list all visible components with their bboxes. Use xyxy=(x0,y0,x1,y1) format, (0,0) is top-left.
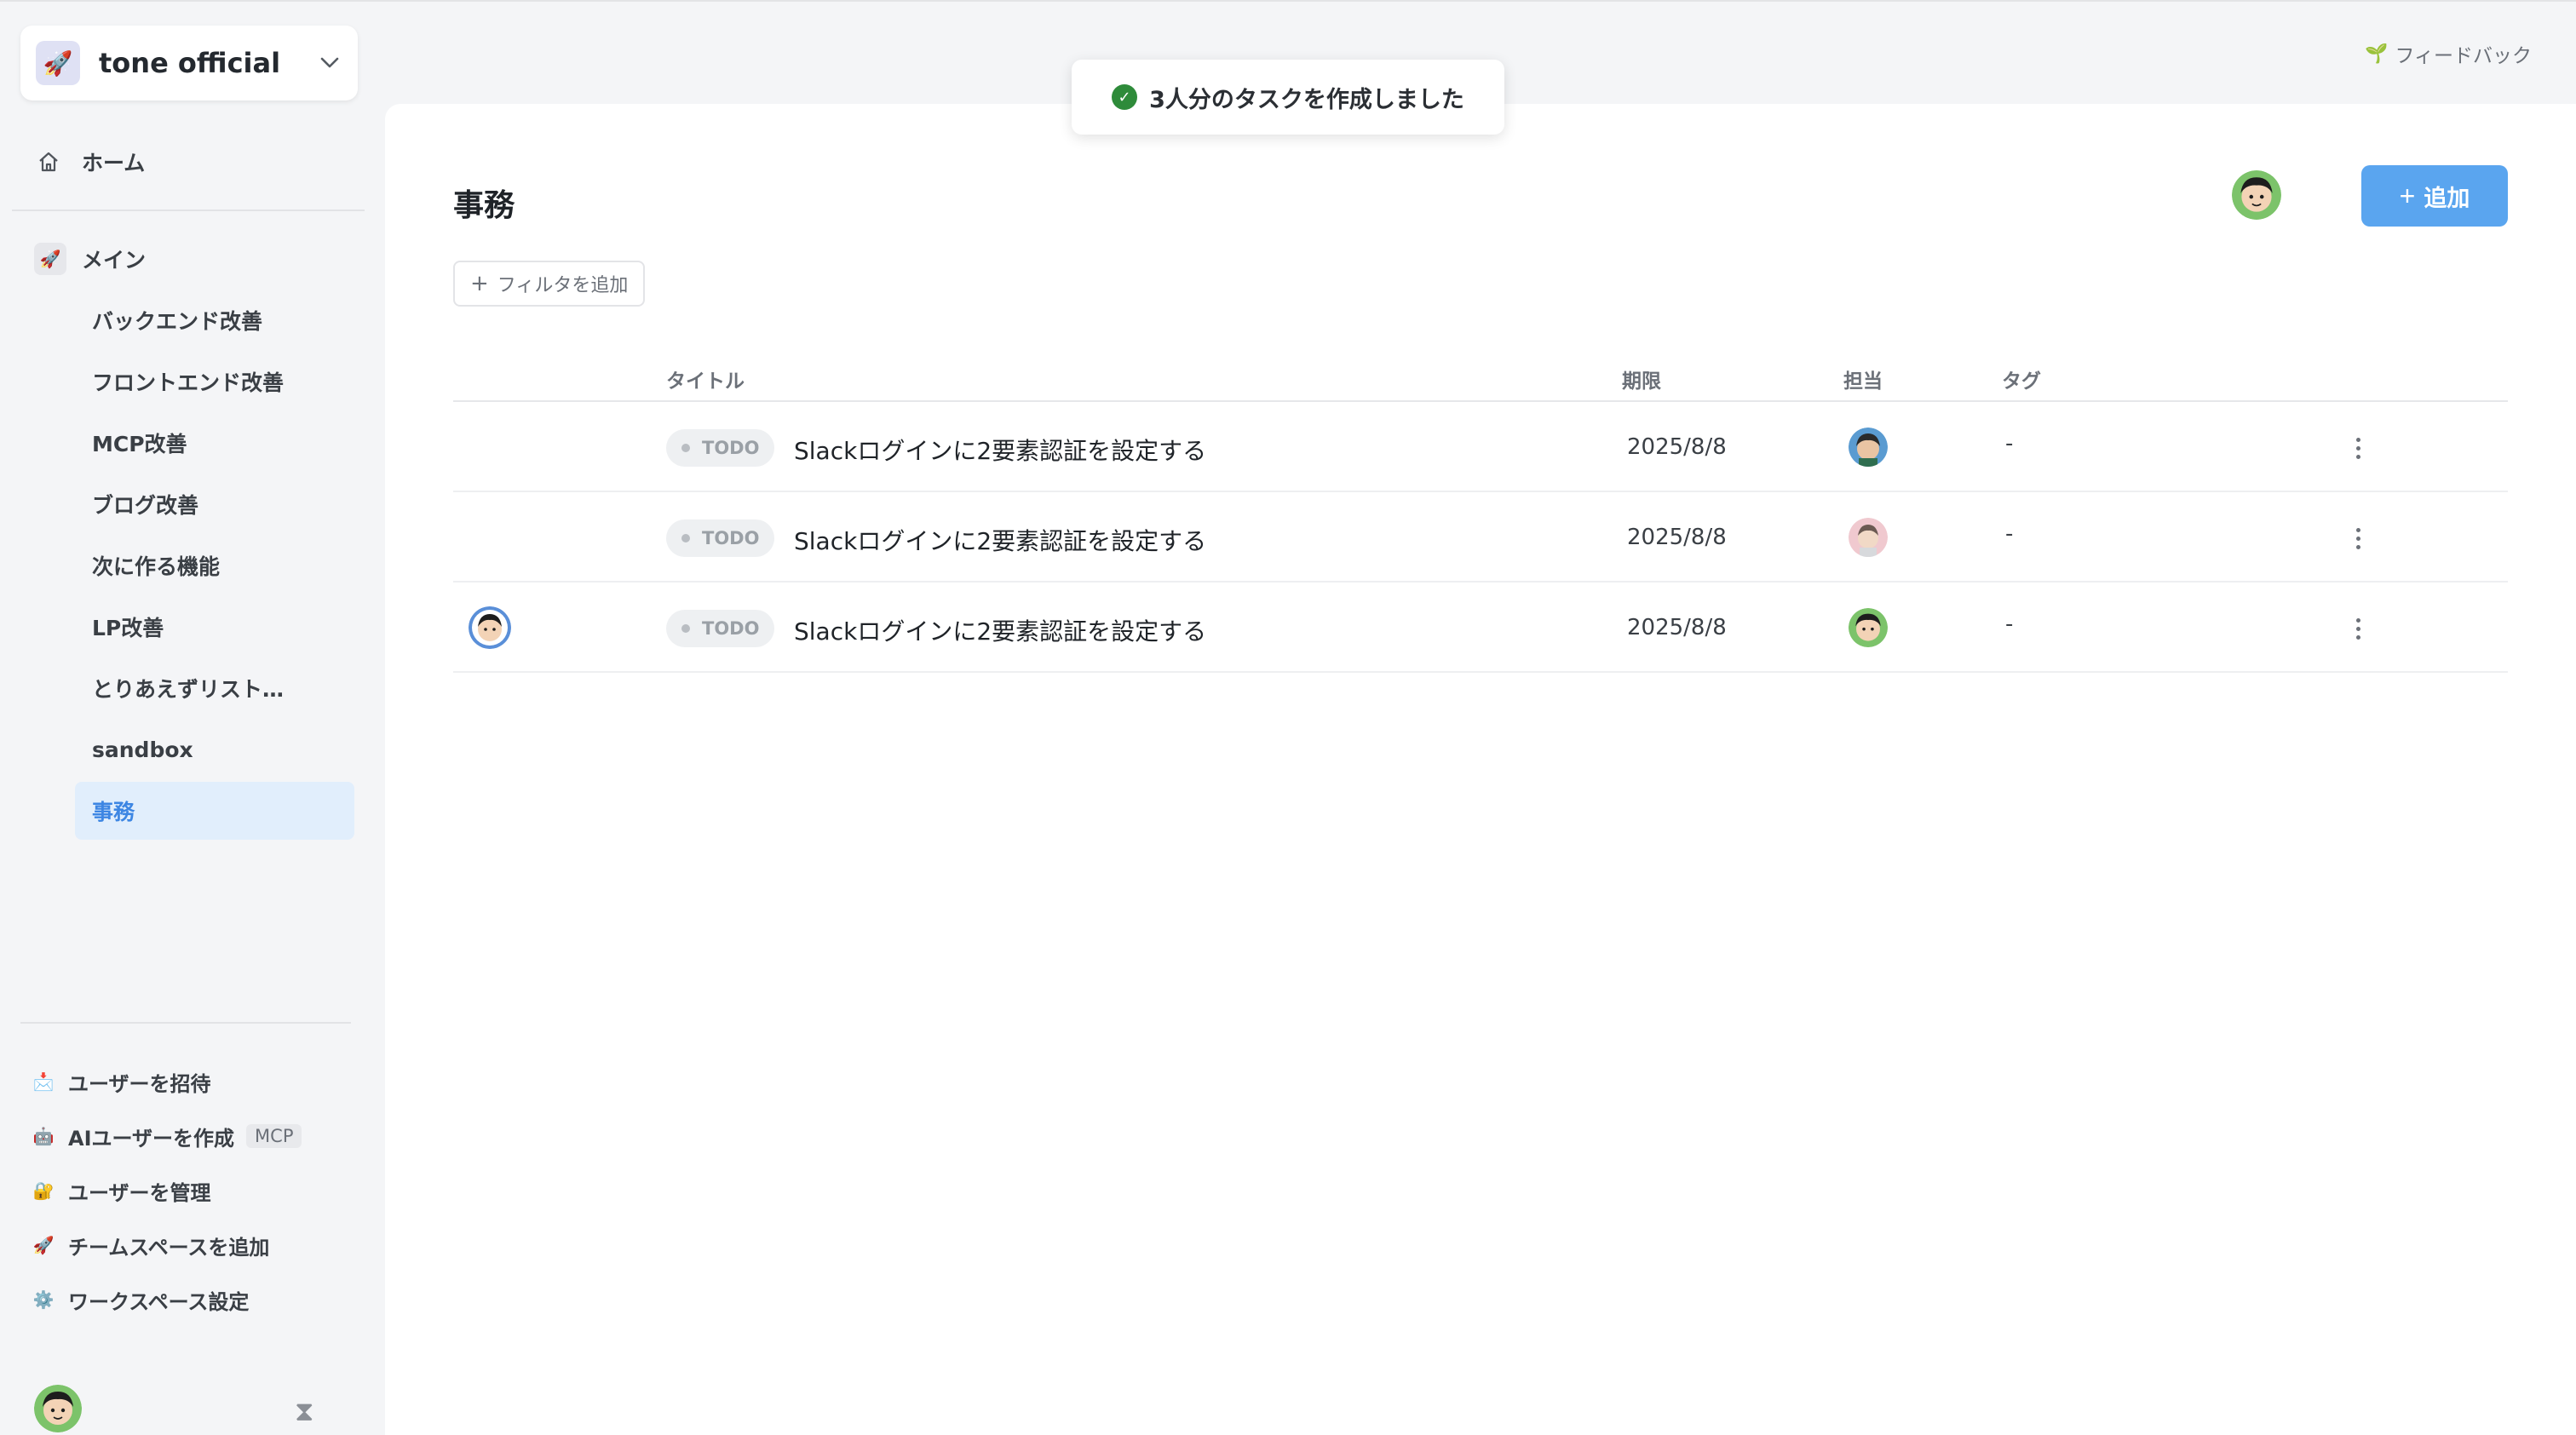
task-due-date[interactable]: 2025/8/8 xyxy=(1627,525,1727,550)
status-badge[interactable]: TODO xyxy=(666,610,775,647)
add-filter-button[interactable]: + フィルタを追加 xyxy=(453,261,646,307)
sidebar-item-label: メイン xyxy=(82,248,147,273)
plus-icon: + xyxy=(470,271,489,296)
toast-notification: ✓ 3人分のタスクを作成しました xyxy=(1072,60,1504,135)
sidebar-divider xyxy=(20,1022,351,1024)
table-row[interactable]: TODO Slackログインに2要素認証を設定する 2025/8/8 - xyxy=(453,583,2508,673)
sidebar-item-sandbox[interactable]: sandbox xyxy=(75,720,354,778)
more-options-icon[interactable] xyxy=(2349,611,2366,646)
table-row[interactable]: TODO Slackログインに2要素認証を設定する 2025/8/8 - xyxy=(453,402,2508,492)
plus-icon: + xyxy=(2399,180,2416,211)
rocket-icon: 🚀 xyxy=(34,243,66,275)
lock-icon: 🔐 xyxy=(32,1180,55,1201)
table-header: タイトル 期限 担当 タグ xyxy=(453,351,2508,402)
workspace-switcher[interactable]: 🚀 tone official xyxy=(20,26,358,100)
mcp-badge: MCP xyxy=(246,1124,302,1148)
status-label: TODO xyxy=(702,528,760,548)
sidebar: 🚀 tone official ホーム 🚀 メイン バックエンド改善 フロントエ… xyxy=(0,2,383,1435)
status-dot xyxy=(681,534,690,542)
sidebar-item-tentative-list[interactable]: とりあえずリスト… xyxy=(75,659,354,717)
sidebar-item-blog[interactable]: ブログ改善 xyxy=(75,475,354,533)
task-table: タイトル 期限 担当 タグ TODO Slackログインに2要素認証を設定する … xyxy=(453,351,2508,673)
feedback-label: フィードバック xyxy=(2395,45,2532,67)
add-teamspace-label: チームスペースを追加 xyxy=(68,1235,270,1260)
sidebar-item-label: ホーム xyxy=(82,151,146,175)
manage-users-button[interactable]: 🔐 ユーザーを管理 xyxy=(31,1163,302,1218)
task-title[interactable]: Slackログインに2要素認証を設定する xyxy=(794,433,1206,467)
add-filter-label: フィルタを追加 xyxy=(497,275,629,296)
status-badge[interactable]: TODO xyxy=(666,519,775,557)
workspace-settings-button[interactable]: ⚙️ ワークスペース設定 xyxy=(31,1272,302,1327)
rocket-icon: 🚀 xyxy=(32,1235,55,1255)
manage-users-label: ユーザーを管理 xyxy=(68,1180,211,1205)
more-options-icon[interactable] xyxy=(2349,521,2366,555)
more-options-icon[interactable] xyxy=(2349,431,2366,465)
row-creator-avatar[interactable] xyxy=(469,606,511,649)
status-dot xyxy=(681,444,690,452)
sidebar-item-lp[interactable]: LP改善 xyxy=(75,598,354,656)
home-icon xyxy=(37,151,65,173)
task-due-date[interactable]: 2025/8/8 xyxy=(1627,434,1727,460)
create-ai-user-label: AIユーザーを作成 xyxy=(68,1126,235,1151)
check-circle-icon: ✓ xyxy=(1112,84,1138,110)
task-due-date[interactable]: 2025/8/8 xyxy=(1627,615,1727,640)
sidebar-item-backend[interactable]: バックエンド改善 xyxy=(75,291,354,349)
add-task-label: 追加 xyxy=(2424,185,2470,211)
sidebar-item-home[interactable]: ホーム xyxy=(37,143,145,181)
task-tag[interactable]: - xyxy=(2005,521,2013,547)
gear-icon: ⚙️ xyxy=(32,1289,55,1310)
sidebar-item-office[interactable]: 事務 xyxy=(75,782,354,840)
page-title: 事務 xyxy=(453,188,515,223)
create-ai-user-button[interactable]: 🤖 AIユーザーを作成 MCP xyxy=(31,1109,302,1163)
robot-icon: 🤖 xyxy=(32,1126,55,1146)
assignee-avatar[interactable] xyxy=(1849,518,1888,557)
invite-user-button[interactable]: 📩 ユーザーを招待 xyxy=(31,1054,302,1109)
table-row[interactable]: TODO Slackログインに2要素認証を設定する 2025/8/8 - xyxy=(453,492,2508,583)
feedback-link[interactable]: 🌱 フィードバック xyxy=(2365,39,2532,68)
status-label: TODO xyxy=(702,618,760,639)
column-assignee[interactable]: 担当 xyxy=(1843,364,1883,393)
sidebar-divider xyxy=(12,210,365,211)
main-panel: 事務 + 追加 + フィルタを追加 タイトル 期限 担当 タグ TODO Sla… xyxy=(385,104,2576,1435)
task-title[interactable]: Slackログインに2要素認証を設定する xyxy=(794,613,1206,647)
member-avatar[interactable] xyxy=(2232,170,2281,220)
column-tag[interactable]: タグ xyxy=(2002,364,2041,393)
task-tag[interactable]: - xyxy=(2005,431,2013,456)
hourglass-icon[interactable]: ⧗ xyxy=(295,1395,313,1428)
sidebar-subitems: バックエンド改善 フロントエンド改善 MCP改善 ブログ改善 次に作る機能 LP… xyxy=(75,291,354,843)
add-task-button[interactable]: + 追加 xyxy=(2361,165,2508,227)
sidebar-item-next-features[interactable]: 次に作る機能 xyxy=(75,537,354,594)
status-dot xyxy=(681,624,690,633)
task-tag[interactable]: - xyxy=(2005,611,2013,637)
mail-icon: 📩 xyxy=(32,1071,55,1092)
chevron-down-icon xyxy=(317,50,342,76)
assignee-avatar[interactable] xyxy=(1849,428,1888,467)
invite-user-label: ユーザーを招待 xyxy=(68,1071,211,1096)
status-badge[interactable]: TODO xyxy=(666,429,775,467)
workspace-name: tone official xyxy=(99,47,281,79)
sidebar-item-main[interactable]: 🚀 メイン xyxy=(34,240,146,278)
column-title[interactable]: タイトル xyxy=(666,364,745,393)
assignee-avatar[interactable] xyxy=(1849,608,1888,647)
sidebar-bottom-menu: 📩 ユーザーを招待 🤖 AIユーザーを作成 MCP 🔐 ユーザーを管理 🚀 チー… xyxy=(31,1054,302,1327)
status-label: TODO xyxy=(702,438,760,458)
workspace-settings-label: ワークスペース設定 xyxy=(68,1289,250,1314)
rocket-icon: 🚀 xyxy=(36,41,80,85)
toast-message: 3人分のタスクを作成しました xyxy=(1149,86,1464,113)
add-teamspace-button[interactable]: 🚀 チームスペースを追加 xyxy=(31,1218,302,1272)
sidebar-item-mcp[interactable]: MCP改善 xyxy=(75,414,354,472)
sidebar-item-frontend[interactable]: フロントエンド改善 xyxy=(75,353,354,410)
task-title[interactable]: Slackログインに2要素認証を設定する xyxy=(794,523,1206,557)
current-user-avatar[interactable] xyxy=(34,1385,82,1432)
column-due[interactable]: 期限 xyxy=(1622,364,1661,393)
sprout-icon: 🌱 xyxy=(2365,43,2389,65)
